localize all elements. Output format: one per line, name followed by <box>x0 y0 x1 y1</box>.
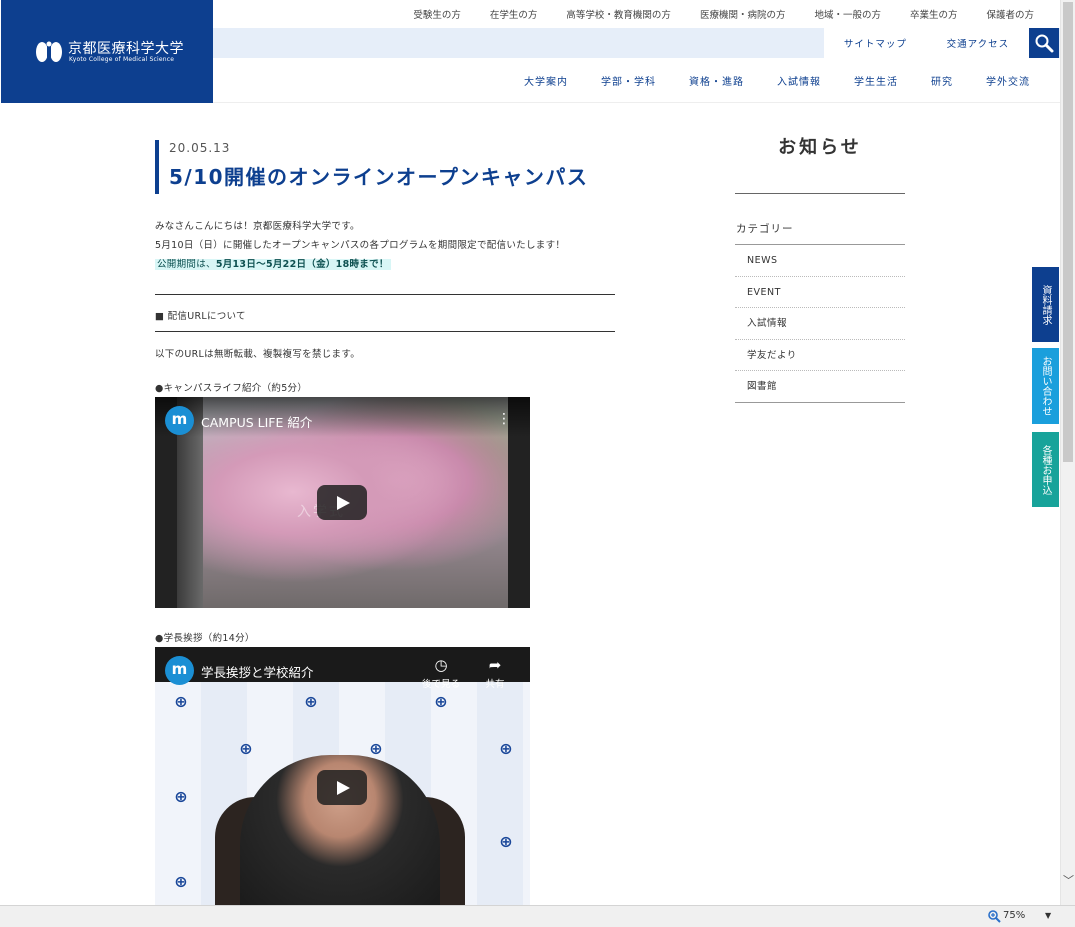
audience-link-medical[interactable]: 医療機関・病院の方 <box>700 7 786 21</box>
sidebar-title: お知らせ <box>778 137 862 158</box>
backdrop-logo-icon: ⊕ <box>174 692 188 711</box>
nav-research[interactable]: 研究 <box>931 73 953 88</box>
logo-name-jp: 京都医療科学大学 <box>68 41 184 57</box>
main-nav: 大学案内 学部・学科 資格・進路 入試情報 学生生活 研究 学外交流 <box>213 58 1060 103</box>
audience-link-guardians[interactable]: 保護者の方 <box>986 7 1034 21</box>
browser-viewport: 京都医療科学大学 Kyoto College of Medical Scienc… <box>0 0 1060 905</box>
backdrop-logo-icon: ⊕ <box>499 832 513 851</box>
category-item-library[interactable]: 図書館 <box>735 371 905 403</box>
copyright-notice: 以下のURLは無断転載、複製複写を禁じます。 <box>155 349 360 360</box>
logo-mark-icon <box>36 41 62 62</box>
publication-period-highlight: 公開期間は、5月13日～5月22日（金）18時まで！ <box>155 259 391 270</box>
scroll-down-icon[interactable]: ﹀ <box>1062 874 1075 888</box>
audience-link-community[interactable]: 地域・一般の方 <box>814 7 881 21</box>
intro-greeting: みなさんこんにちは！京都医療科学大学です。 <box>155 221 360 232</box>
section-heading: ■ 配信URLについて <box>155 311 246 322</box>
backdrop-logo-icon: ⊕ <box>434 692 448 711</box>
period-prefix: 公開期間は、 <box>157 259 216 270</box>
category-list: NEWS EVENT 入試情報 学友だより 図書館 <box>735 245 905 403</box>
article-header: 20.05.13 5/10開催のオンラインオープンキャンパス <box>155 140 625 194</box>
logo-name-en: Kyoto College of Medical Science <box>69 56 175 63</box>
video-player-campus-life[interactable]: 入学式 m CAMPUS LIFE 紹介 ⋮ <box>155 397 530 608</box>
search-button[interactable] <box>1029 28 1059 58</box>
zoom-level[interactable]: 75% <box>1003 910 1025 921</box>
watch-later-button[interactable]: ◷ 後で見る <box>421 657 461 690</box>
divider-bottom <box>155 331 615 332</box>
nav-student-life[interactable]: 学生生活 <box>854 73 898 88</box>
play-button[interactable] <box>317 485 367 520</box>
publication-period: 公開期間は、5月13日～5月22日（金）18時まで！ <box>155 256 391 270</box>
category-item-alumni-news[interactable]: 学友だより <box>735 340 905 371</box>
divider-top <box>155 294 615 295</box>
video-player-president[interactable]: ⊕ ⊕ ⊕ ⊕ ⊕ ⊕ ⊕ ⊕ ⊕ m 学長挨拶と学校紹介 ◷ 後で見る ➦ 共… <box>155 647 530 905</box>
clock-icon: ◷ <box>434 656 448 674</box>
nav-careers[interactable]: 資格・進路 <box>689 73 744 88</box>
audience-link-students[interactable]: 在学生の方 <box>490 7 538 21</box>
zoom-dropdown-icon[interactable]: ▼ <box>1045 911 1051 920</box>
zoom-icon[interactable] <box>987 909 1001 923</box>
nav-admissions[interactable]: 入試情報 <box>777 73 821 88</box>
video2-label: ●学長挨拶（約14分） <box>155 633 255 644</box>
audience-nav: 受験生の方 在学生の方 高等学校・教育機関の方 医療機関・病院の方 地域・一般の… <box>213 0 1060 28</box>
period-dates: 5月13日～5月22日（金）18時まで！ <box>215 259 389 270</box>
nav-external[interactable]: 学外交流 <box>986 73 1030 88</box>
video-title[interactable]: 学長挨拶と学校紹介 <box>201 662 314 681</box>
more-options-icon[interactable]: ⋮ <box>497 411 511 427</box>
audience-link-alumni[interactable]: 卒業生の方 <box>910 7 958 21</box>
channel-avatar[interactable]: m <box>165 406 194 435</box>
backdrop-logo-icon: ⊕ <box>499 739 513 758</box>
share-label: 共有 <box>485 679 505 690</box>
category-item-news[interactable]: NEWS <box>735 245 905 277</box>
access-link[interactable]: 交通アクセス <box>947 36 1010 50</box>
play-button[interactable] <box>317 770 367 805</box>
share-icon: ➦ <box>488 656 502 674</box>
site-logo[interactable]: 京都医療科学大学 Kyoto College of Medical Scienc… <box>1 0 213 103</box>
audience-link-high-schools[interactable]: 高等学校・教育機関の方 <box>566 7 671 21</box>
backdrop-logo-icon: ⊕ <box>174 872 188 891</box>
backdrop-logo-icon: ⊕ <box>304 692 318 711</box>
utility-links: サイトマップ 交通アクセス <box>824 28 1029 58</box>
video-title[interactable]: CAMPUS LIFE 紹介 <box>201 412 312 431</box>
article-date: 20.05.13 <box>169 141 231 155</box>
channel-avatar[interactable]: m <box>165 656 194 685</box>
video1-label: ●キャンパスライフ紹介（約5分） <box>155 383 308 394</box>
nav-faculties[interactable]: 学部・学科 <box>601 73 656 88</box>
sitemap-link[interactable]: サイトマップ <box>844 36 907 50</box>
sidebar-divider <box>735 193 905 194</box>
scroll-thumb[interactable] <box>1063 2 1073 462</box>
category-item-admissions[interactable]: 入試情報 <box>735 308 905 340</box>
applications-tab[interactable]: 各種お申込み <box>1013 432 1059 507</box>
utility-bar: サイトマップ 交通アクセス <box>213 28 1060 58</box>
backdrop-logo-icon: ⊕ <box>239 739 253 758</box>
watch-later-label: 後で見る <box>421 679 460 690</box>
share-button[interactable]: ➦ 共有 <box>475 657 515 690</box>
vertical-scrollbar[interactable]: ﹀ <box>1060 0 1075 905</box>
video-title-bar: m 学長挨拶と学校紹介 ◷ 後で見る ➦ 共有 <box>155 647 530 690</box>
category-heading: カテゴリー <box>736 223 794 235</box>
contact-tab[interactable]: お問い合わせ <box>1032 348 1059 424</box>
category-item-event[interactable]: EVENT <box>735 277 905 308</box>
article-title: 5/10開催のオンラインオープンキャンパス <box>169 165 589 189</box>
audience-link-applicants[interactable]: 受験生の方 <box>413 7 461 21</box>
backdrop-logo-icon: ⊕ <box>174 787 188 806</box>
search-icon <box>1035 34 1054 53</box>
request-materials-tab[interactable]: 資料請求 <box>1032 267 1059 342</box>
video-title-bar: m CAMPUS LIFE 紹介 ⋮ <box>155 397 530 437</box>
intro-announcement: 5月10日（日）に開催したオープンキャンパスの各プログラムを期間限定で配信いたし… <box>155 240 566 251</box>
nav-about[interactable]: 大学案内 <box>524 73 568 88</box>
browser-status-bar: 75% ▼ <box>0 905 1075 927</box>
